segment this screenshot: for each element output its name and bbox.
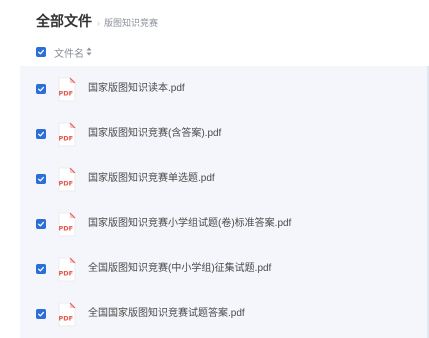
pdf-file-icon: PDF <box>55 212 79 237</box>
row-checkbox[interactable] <box>36 309 46 319</box>
sort-icon[interactable] <box>86 47 92 58</box>
check-icon <box>37 49 45 55</box>
svg-text:PDF: PDF <box>59 225 74 233</box>
row-checkbox[interactable] <box>36 84 46 94</box>
breadcrumb-current: 版图知识竞赛 <box>104 18 159 28</box>
row-checkbox[interactable] <box>36 129 46 139</box>
breadcrumb-root[interactable]: 全部文件 <box>36 11 92 31</box>
check-icon <box>37 311 45 317</box>
file-name[interactable]: 国家版图知识读本.pdf <box>88 81 185 96</box>
svg-text:PDF: PDF <box>59 315 74 323</box>
svg-text:PDF: PDF <box>59 135 74 143</box>
row-checkbox[interactable] <box>36 174 46 184</box>
file-name[interactable]: 国家版图知识竞赛(含答案).pdf <box>88 126 221 141</box>
svg-text:PDF: PDF <box>59 180 74 188</box>
file-name[interactable]: 全国国家版图知识竞赛试题答案.pdf <box>88 306 245 321</box>
row-checkbox[interactable] <box>36 264 46 274</box>
pdf-file-icon: PDF <box>55 302 79 327</box>
list-item[interactable]: PDF 国家版图知识竞赛小学组试题(卷)标准答案.pdf <box>20 204 429 244</box>
pdf-file-icon: PDF <box>55 257 79 282</box>
file-list: PDF 国家版图知识读本.pdf PDF 国家版图知识竞赛(含答案).pdf P… <box>20 66 429 338</box>
check-icon <box>37 176 45 182</box>
row-checkbox[interactable] <box>36 219 46 229</box>
check-icon <box>37 131 45 137</box>
list-item[interactable]: PDF 国家版图知识竞赛(含答案).pdf <box>20 114 429 154</box>
pdf-file-icon: PDF <box>55 122 79 147</box>
select-all-checkbox[interactable] <box>36 47 46 57</box>
svg-text:PDF: PDF <box>59 90 74 98</box>
list-item[interactable]: PDF 全国版图知识竞赛(中小学组)征集试题.pdf <box>20 249 429 289</box>
pdf-file-icon: PDF <box>55 77 79 102</box>
list-header: 文件名 <box>36 44 92 60</box>
column-header-filename[interactable]: 文件名 <box>54 45 84 60</box>
list-item[interactable]: PDF 国家版图知识读本.pdf <box>20 69 429 109</box>
breadcrumb: 全部文件 › 版图知识竞赛 <box>36 11 158 33</box>
file-name[interactable]: 国家版图知识竞赛小学组试题(卷)标准答案.pdf <box>88 216 291 231</box>
check-icon <box>37 86 45 92</box>
file-browser: 全部文件 › 版图知识竞赛 文件名 PDF 国家版图知识读本.pdf PDF 国… <box>0 0 429 338</box>
check-icon <box>37 266 45 272</box>
pdf-file-icon: PDF <box>55 167 79 192</box>
list-item[interactable]: PDF 国家版图知识竞赛单选题.pdf <box>20 159 429 199</box>
list-item[interactable]: PDF 全国国家版图知识竞赛试题答案.pdf <box>20 294 429 334</box>
file-name[interactable]: 全国版图知识竞赛(中小学组)征集试题.pdf <box>88 261 271 276</box>
svg-text:PDF: PDF <box>59 270 74 278</box>
file-name[interactable]: 国家版图知识竞赛单选题.pdf <box>88 171 215 186</box>
check-icon <box>37 221 45 227</box>
breadcrumb-separator: › <box>97 18 100 28</box>
